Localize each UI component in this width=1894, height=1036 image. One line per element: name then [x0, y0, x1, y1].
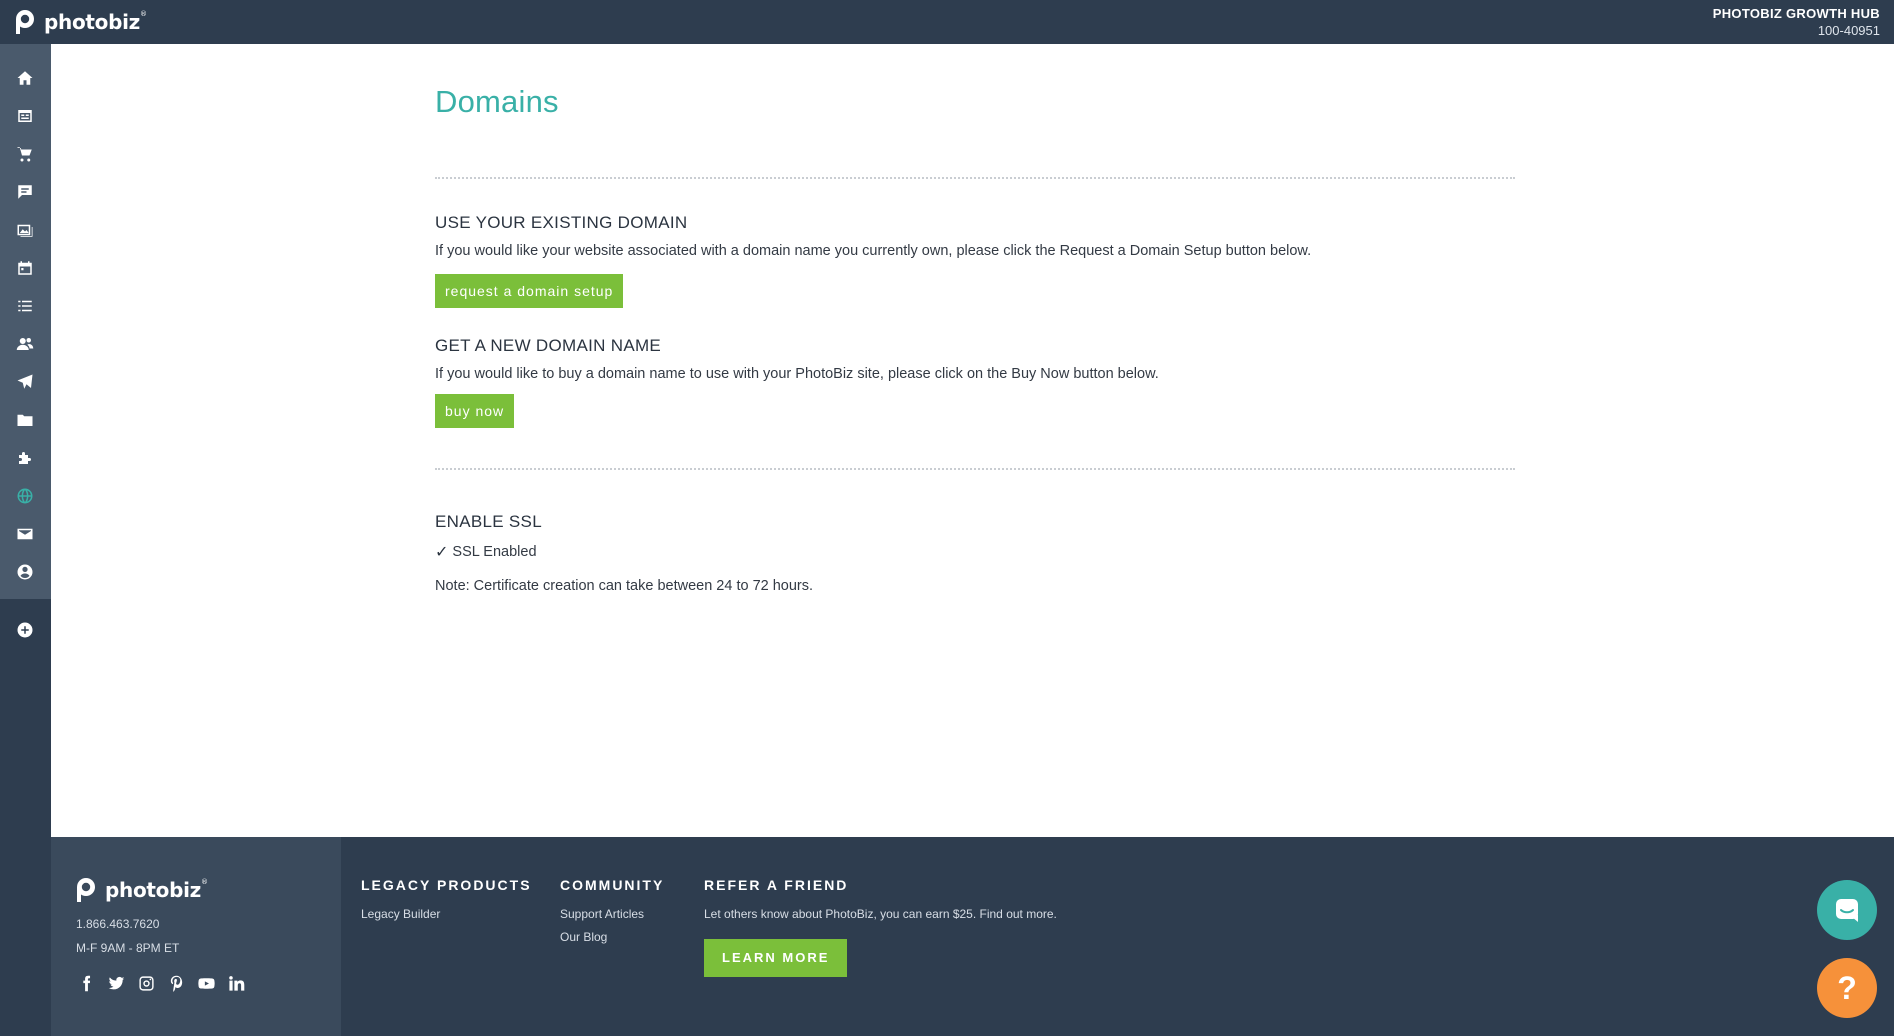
- footer: photobiz® 1.866.463.7620 M-F 9AM - 8PM E…: [51, 837, 1894, 1036]
- youtube-icon[interactable]: [196, 973, 216, 993]
- our-blog-link[interactable]: Our Blog: [560, 930, 664, 944]
- footer-brand-name: photobiz®: [105, 878, 208, 902]
- list-icon[interactable]: [13, 294, 37, 318]
- top-bar: photobiz® PHOTOBIZ GROWTH HUB 100-40951: [0, 0, 1894, 44]
- social-links: [76, 973, 246, 993]
- instagram-icon[interactable]: [136, 973, 156, 993]
- checkmark-icon: ✓: [435, 544, 449, 561]
- pages-icon[interactable]: [13, 104, 37, 128]
- refer-a-friend-title: REFER A FRIEND: [704, 877, 849, 893]
- send-icon[interactable]: [13, 370, 37, 394]
- gallery-icon[interactable]: [13, 218, 37, 242]
- domains-panel: Domains USE YOUR EXISTING DOMAIN If you …: [435, 84, 1515, 594]
- cart-icon[interactable]: [13, 142, 37, 166]
- account-id: 100-40951: [1817, 23, 1880, 38]
- legacy-products-title: LEGACY PRODUCTS: [361, 877, 532, 893]
- facebook-icon[interactable]: [76, 973, 96, 993]
- footer-community-column: COMMUNITY Support Articles Our Blog: [560, 877, 664, 953]
- photobiz-logo-icon: [16, 10, 34, 34]
- brand-logo[interactable]: photobiz®: [14, 8, 147, 36]
- footer-hours: M-F 9AM - 8PM ET: [76, 941, 180, 955]
- sidebar-lower: [0, 599, 51, 1036]
- divider: [435, 468, 1515, 470]
- photobiz-logo-icon: [77, 878, 95, 902]
- calendar-icon[interactable]: [13, 256, 37, 280]
- new-domain-text: If you would like to buy a domain name t…: [435, 366, 1159, 382]
- footer-legacy-column: LEGACY PRODUCTS Legacy Builder: [361, 877, 532, 930]
- existing-domain-heading: USE YOUR EXISTING DOMAIN: [435, 213, 688, 232]
- page-title: Domains: [435, 84, 559, 119]
- brand-name: photobiz®: [44, 10, 147, 34]
- user-icon[interactable]: [13, 560, 37, 584]
- legacy-builder-link[interactable]: Legacy Builder: [361, 907, 532, 921]
- divider: [435, 177, 1515, 179]
- new-domain-heading: GET A NEW DOMAIN NAME: [435, 336, 662, 355]
- support-articles-link[interactable]: Support Articles: [560, 907, 664, 921]
- chat-icon: [1836, 899, 1858, 922]
- globe-icon[interactable]: [13, 484, 37, 508]
- sidebar-nav: [0, 44, 51, 599]
- linkedin-icon[interactable]: [226, 973, 246, 993]
- puzzle-icon[interactable]: [13, 446, 37, 470]
- contacts-icon[interactable]: [13, 332, 37, 356]
- existing-domain-text: If you would like your website associate…: [435, 243, 1312, 259]
- learn-more-button[interactable]: LEARN MORE: [704, 939, 848, 977]
- folder-icon[interactable]: [13, 408, 37, 432]
- ssl-status-label: SSL Enabled: [452, 544, 537, 560]
- footer-contact: photobiz® 1.866.463.7620 M-F 9AM - 8PM E…: [51, 837, 341, 1036]
- twitter-icon[interactable]: [106, 973, 126, 993]
- comments-icon[interactable]: [13, 180, 37, 204]
- chat-button[interactable]: [1817, 880, 1877, 940]
- request-domain-setup-button[interactable]: request a domain setup: [435, 274, 624, 308]
- footer-phone: 1.866.463.7620: [76, 917, 160, 931]
- refer-text: Let others know about PhotoBiz, you can …: [704, 907, 1057, 921]
- account-info[interactable]: PHOTOBIZ GROWTH HUB 100-40951: [1713, 5, 1880, 39]
- help-button[interactable]: ?: [1817, 958, 1877, 1018]
- sidebar: [0, 44, 51, 1036]
- pinterest-icon[interactable]: [166, 973, 186, 993]
- community-title: COMMUNITY: [560, 877, 665, 893]
- account-name: PHOTOBIZ GROWTH HUB: [1712, 6, 1880, 21]
- footer-logo[interactable]: photobiz®: [75, 877, 208, 903]
- main-content: Domains USE YOUR EXISTING DOMAIN If you …: [51, 44, 1894, 837]
- ssl-note: Note: Certificate creation can take betw…: [435, 578, 814, 594]
- footer-refer-column: REFER A FRIEND Let others know about Pho…: [704, 877, 1057, 977]
- ssl-status: ✓ SSL Enabled: [435, 542, 1515, 562]
- mail-icon[interactable]: [13, 522, 37, 546]
- ssl-heading: ENABLE SSL: [435, 512, 542, 531]
- buy-now-button[interactable]: buy now: [435, 394, 515, 428]
- plus-circle-icon[interactable]: [13, 618, 37, 642]
- home-icon[interactable]: [13, 66, 37, 90]
